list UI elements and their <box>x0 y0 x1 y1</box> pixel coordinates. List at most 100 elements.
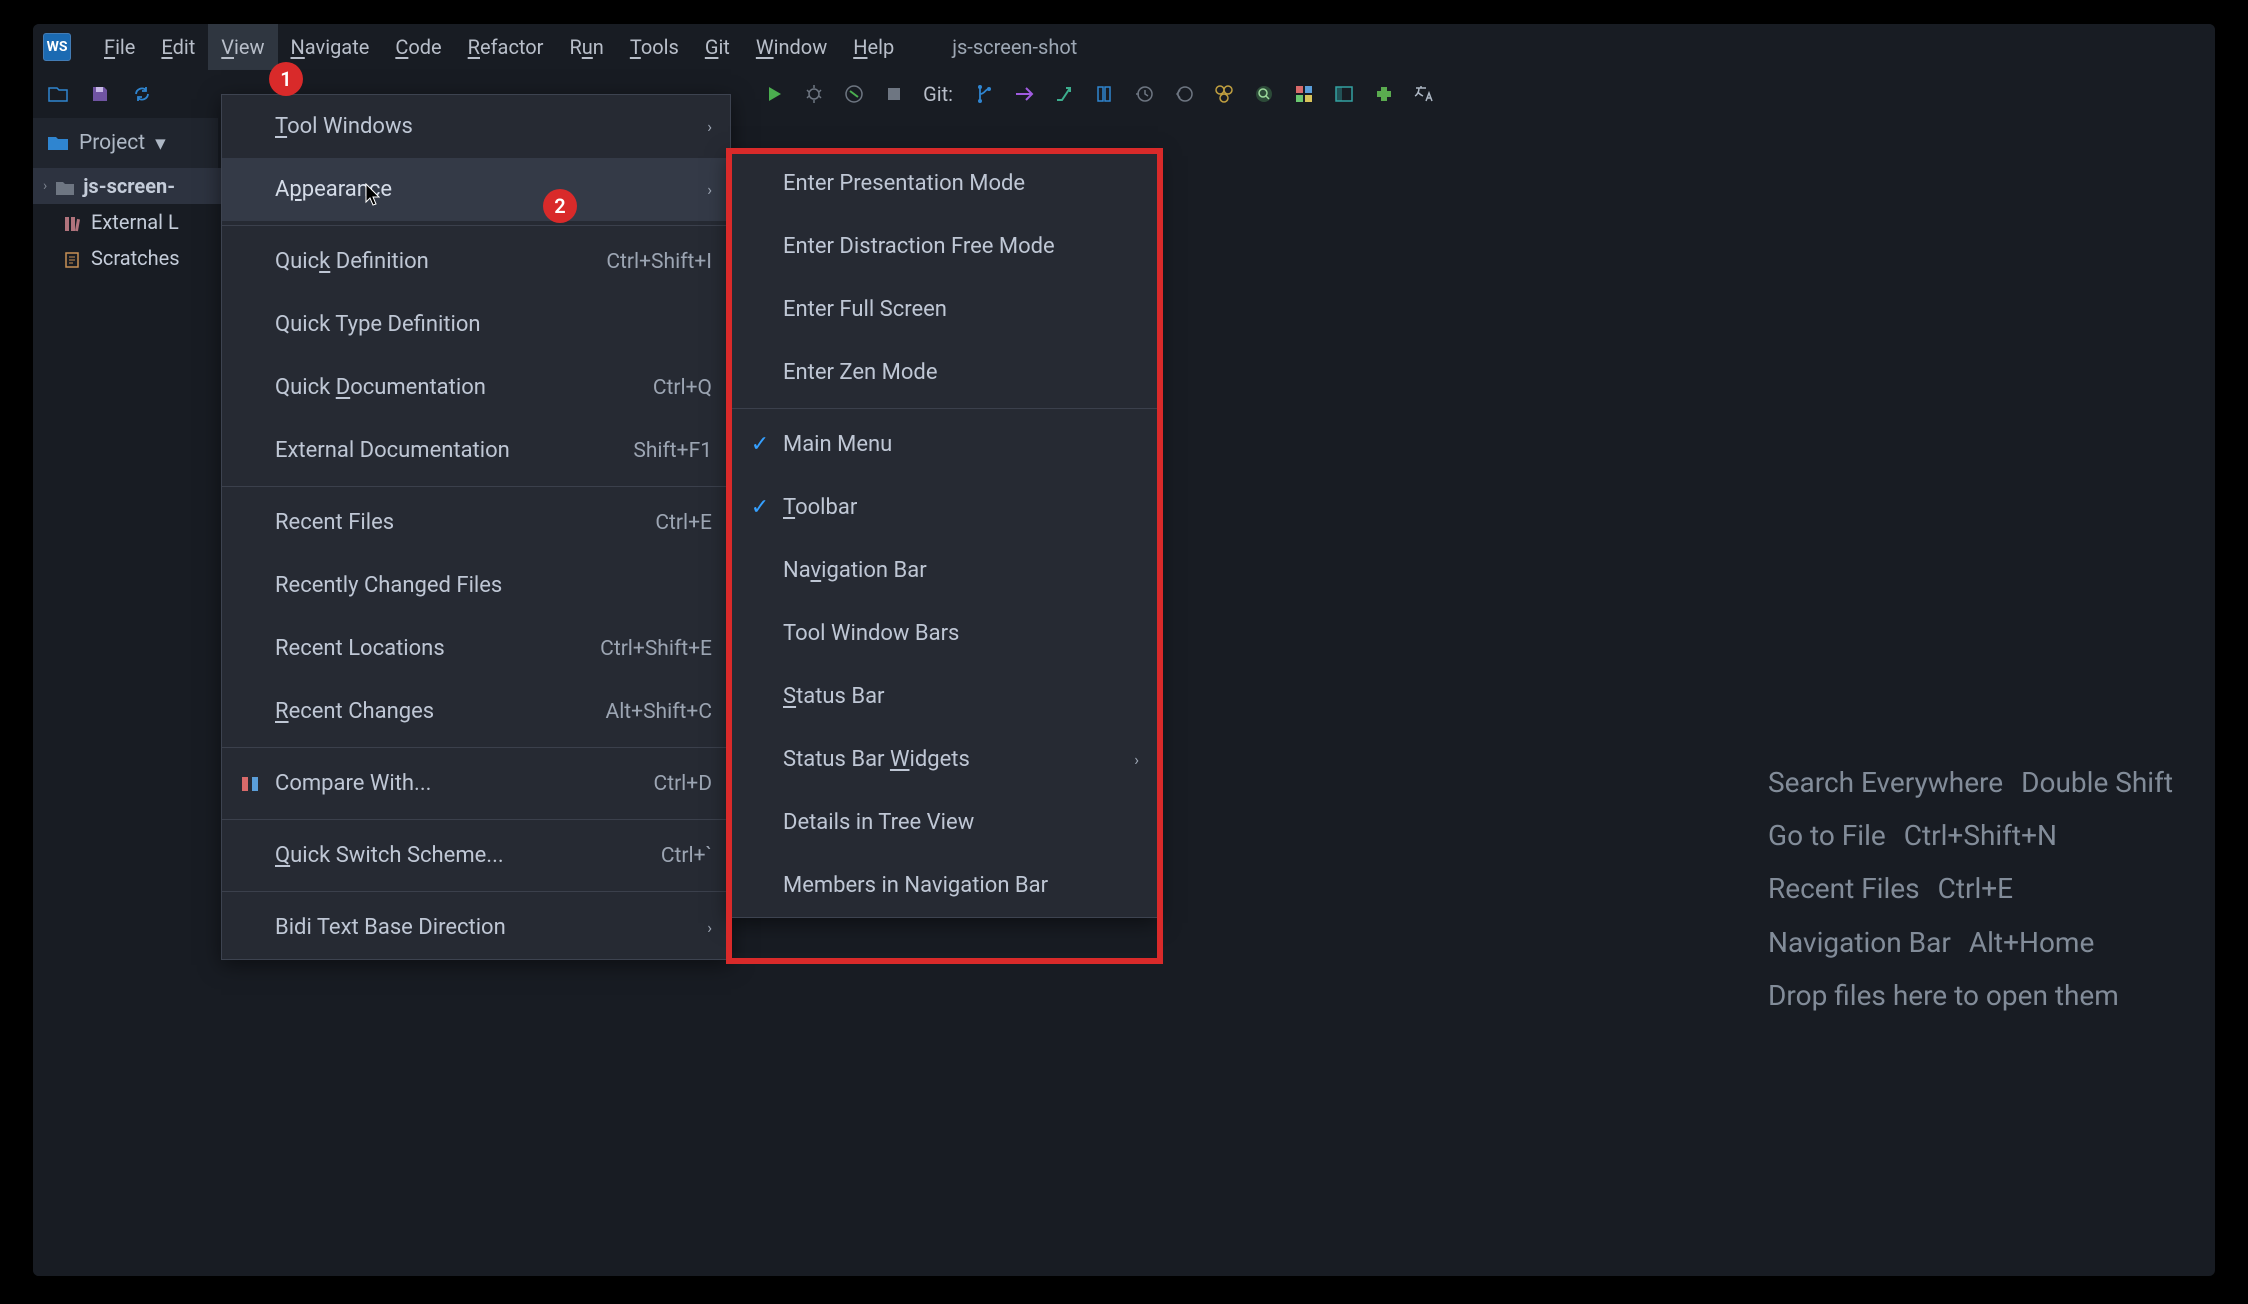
menu-tool-window-bars[interactable]: Tool Window Bars <box>729 602 1157 665</box>
menu-bidi[interactable]: Bidi Text Base Direction› <box>222 896 730 959</box>
menu-members-nav-bar[interactable]: Members in Navigation Bar <box>729 854 1157 917</box>
layout-icon[interactable] <box>1333 83 1355 105</box>
shortcut-label: Ctrl+Q <box>653 376 712 400</box>
rollback-icon[interactable] <box>1173 83 1195 105</box>
menu-enter-presentation[interactable]: Enter Presentation Mode <box>729 152 1157 215</box>
coverage-icon[interactable] <box>843 83 865 105</box>
menu-quick-switch-scheme[interactable]: Quick Switch Scheme...Ctrl+` <box>222 824 730 887</box>
hint-label: Navigation Bar <box>1768 916 1951 969</box>
menu-details-tree-view[interactable]: Details in Tree View <box>729 791 1157 854</box>
shortcut-label: Ctrl+` <box>661 844 712 868</box>
menu-help[interactable]: Help <box>840 24 907 70</box>
intellij-icon[interactable] <box>1213 83 1235 105</box>
project-panel-header[interactable]: Project ▾ <box>33 118 218 168</box>
menu-tools[interactable]: Tools <box>617 24 692 70</box>
menu-toolbar[interactable]: ✓Toolbar <box>729 476 1157 539</box>
compare-icon <box>240 774 270 794</box>
menubar: WS File Edit View Navigate Code Refactor… <box>33 24 2215 70</box>
run-icon[interactable] <box>763 83 785 105</box>
scratches-icon <box>63 250 83 267</box>
menu-edit[interactable]: Edit <box>148 24 208 70</box>
chevron-right-icon: › <box>1134 750 1139 769</box>
menu-recently-changed-files[interactable]: Recently Changed Files <box>222 554 730 617</box>
hint-shortcut: Double Shift <box>2021 756 2173 809</box>
menu-status-bar-widgets[interactable]: Status Bar Widgets› <box>729 728 1157 791</box>
menu-separator <box>222 747 730 748</box>
menu-compare-with[interactable]: Compare With...Ctrl+D <box>222 752 730 815</box>
history-icon[interactable] <box>1133 83 1155 105</box>
chevron-down-icon: ▾ <box>155 131 166 156</box>
app-badge: WS <box>43 33 71 61</box>
tree-root-label: js-screen- <box>83 174 175 198</box>
hint-shortcut: Ctrl+E <box>1938 862 2013 915</box>
menu-file[interactable]: File <box>91 24 148 70</box>
menu-enter-full-screen[interactable]: Enter Full Screen <box>729 278 1157 341</box>
translate-icon[interactable] <box>1413 83 1435 105</box>
check-icon: ✓ <box>747 432 773 457</box>
menu-enter-distraction-free[interactable]: Enter Distraction Free Mode <box>729 215 1157 278</box>
menu-status-bar[interactable]: Status Bar <box>729 665 1157 728</box>
annotation-callout-2: 2 <box>543 189 577 223</box>
menu-recent-changes[interactable]: Recent ChangesAlt+Shift+C <box>222 680 730 743</box>
menu-quick-documentation[interactable]: Quick DocumentationCtrl+Q <box>222 356 730 419</box>
hint-shortcut: Ctrl+Shift+N <box>1904 809 2057 862</box>
menu-run[interactable]: Run <box>556 24 616 70</box>
shortcut-label: Ctrl+Shift+I <box>606 250 712 274</box>
extensions-icon[interactable] <box>1373 83 1395 105</box>
menu-enter-zen[interactable]: Enter Zen Mode <box>729 341 1157 404</box>
menu-quick-type-definition[interactable]: Quick Type Definition <box>222 293 730 356</box>
git-label: Git: <box>923 82 953 106</box>
hint-label: Drop files here to open them <box>1768 969 2119 1022</box>
menu-navigation-bar[interactable]: Navigation Bar <box>729 539 1157 602</box>
menu-external-documentation[interactable]: External DocumentationShift+F1 <box>222 419 730 482</box>
save-icon[interactable] <box>89 83 111 105</box>
hint-shortcut: Alt+Home <box>1969 916 2094 969</box>
menu-tool-windows[interactable]: Tool Windows› <box>222 95 730 158</box>
shortcut-label: Ctrl+D <box>654 772 712 796</box>
shortcut-label: Alt+Shift+C <box>606 700 713 724</box>
ide-window: WS File Edit View Navigate Code Refactor… <box>33 24 2215 1276</box>
stop-icon[interactable] <box>883 83 905 105</box>
menu-main-menu[interactable]: ✓Main Menu <box>729 413 1157 476</box>
push-icon[interactable] <box>1053 83 1075 105</box>
shortcut-label: Ctrl+E <box>655 511 712 535</box>
hint-label: Search Everywhere <box>1768 756 2003 809</box>
project-icon <box>47 132 69 154</box>
check-icon: ✓ <box>747 495 773 520</box>
expand-icon[interactable]: › <box>43 178 47 194</box>
tree-scratches-label: Scratches <box>91 246 180 270</box>
menu-quick-definition[interactable]: Quick DefinitionCtrl+Shift+I <box>222 230 730 293</box>
grid-icon[interactable] <box>1293 83 1315 105</box>
find-icon[interactable] <box>1253 83 1275 105</box>
open-icon[interactable] <box>47 83 69 105</box>
menu-recent-locations[interactable]: Recent LocationsCtrl+Shift+E <box>222 617 730 680</box>
hint-label: Recent Files <box>1768 862 1920 915</box>
update-icon[interactable] <box>1093 83 1115 105</box>
chevron-right-icon: › <box>707 918 712 937</box>
tree-ext-label: External L <box>91 210 179 234</box>
menu-window[interactable]: Window <box>743 24 840 70</box>
refresh-icon[interactable] <box>131 83 153 105</box>
annotation-callout-1: 1 <box>269 62 303 96</box>
menu-view[interactable]: View <box>208 24 277 70</box>
menu-separator <box>222 891 730 892</box>
shortcut-label: Ctrl+Shift+E <box>600 637 712 661</box>
debug-icon[interactable] <box>803 83 825 105</box>
shortcut-label: Shift+F1 <box>633 439 712 463</box>
menu-git[interactable]: Git <box>692 24 743 70</box>
welcome-hints: Search Everywhere Double Shift Go to File… <box>1768 756 2173 1022</box>
menu-separator <box>222 486 730 487</box>
commit-icon[interactable] <box>1013 83 1035 105</box>
menu-appearance[interactable]: Appearance› <box>222 158 730 221</box>
menu-separator <box>222 819 730 820</box>
project-title: js-screen-shot <box>952 35 1077 59</box>
hint-label: Go to File <box>1768 809 1886 862</box>
menu-separator <box>729 408 1157 409</box>
menu-separator <box>222 225 730 226</box>
menu-refactor[interactable]: Refactor <box>455 24 557 70</box>
menu-recent-files[interactable]: Recent FilesCtrl+E <box>222 491 730 554</box>
project-panel-label: Project <box>79 131 145 155</box>
folder-icon <box>55 178 75 195</box>
menu-code[interactable]: Code <box>382 24 454 70</box>
branch-icon[interactable] <box>973 83 995 105</box>
